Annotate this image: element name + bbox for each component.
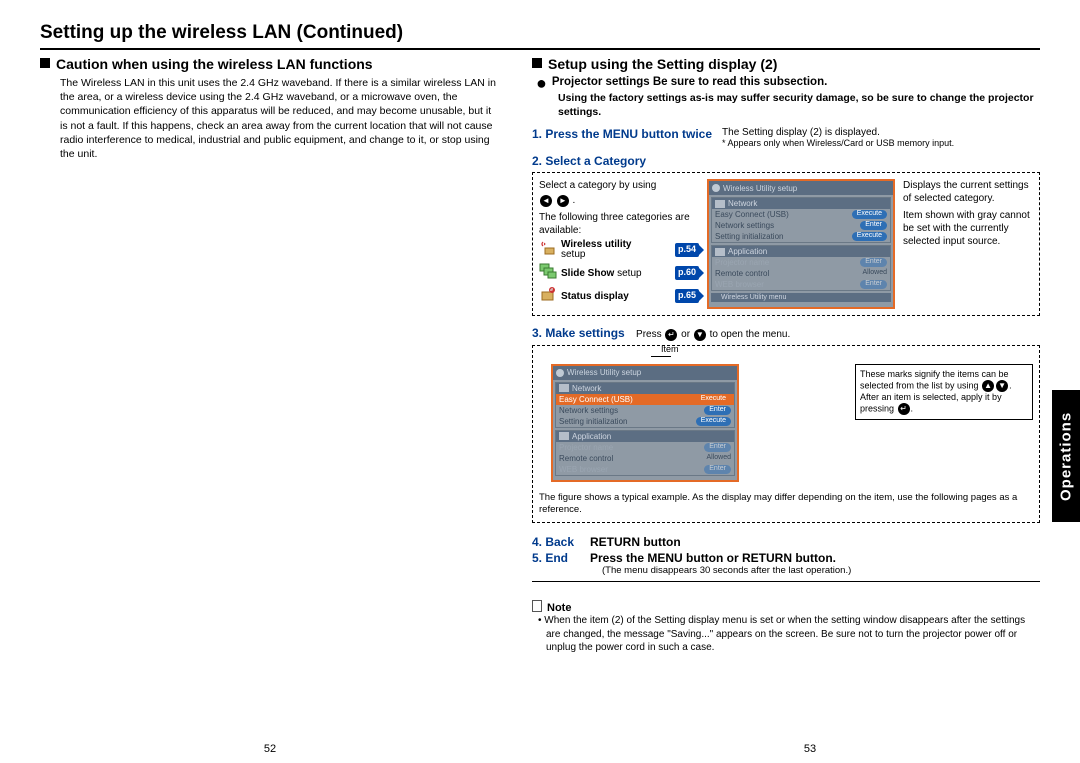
cat-right-1: Displays the current settings of selecte… bbox=[903, 179, 1033, 205]
category-box: Select a category by using ◄ ► . The fol… bbox=[532, 172, 1040, 316]
step-1-note: The Setting display (2) is displayed. bbox=[722, 127, 954, 138]
step-2: 2. Select a Category bbox=[532, 154, 1040, 168]
side-tab-operations: Operations bbox=[1052, 390, 1080, 522]
down-arrow-icon-2: ▼ bbox=[996, 380, 1008, 392]
right-column: Setup using the Setting display (2) ●Pro… bbox=[532, 56, 1040, 655]
left-heading: Caution when using the wireless LAN func… bbox=[40, 56, 496, 72]
step-1: 1. Press the MENU button twice bbox=[532, 127, 712, 141]
page-title: Setting up the wireless LAN (Continued) bbox=[40, 22, 1040, 44]
page-ref-65: p.65 bbox=[675, 289, 699, 303]
thin-rule bbox=[532, 581, 1040, 582]
up-arrow-icon: ▲ bbox=[982, 380, 994, 392]
osd-screenshot-1: Wireless Utility setup Network Easy Conn… bbox=[707, 179, 895, 309]
step-5: 5. EndPress the MENU button or RETURN bu… bbox=[532, 551, 1040, 565]
left-column: Caution when using the wireless LAN func… bbox=[40, 56, 496, 655]
step-4: 4. BackRETURN button bbox=[532, 535, 1040, 549]
page-ref-60: p.60 bbox=[675, 266, 699, 280]
cat-intro-2: The following three categories are avail… bbox=[539, 211, 699, 237]
cat-wireless: Wireless utilitysetup p.54 bbox=[539, 240, 699, 260]
note-heading: Note bbox=[532, 600, 1040, 614]
cat-slideshow: Slide Show setup p.60 bbox=[539, 263, 699, 283]
step-5-parens: (The menu disappears 30 seconds after th… bbox=[602, 565, 1040, 577]
make-settings-box: Item Wireless Utility setup Network Easy… bbox=[532, 345, 1040, 524]
enter-icon-2: ↵ bbox=[898, 403, 910, 415]
status-icon bbox=[539, 286, 557, 306]
left-arrow-icon: ◄ bbox=[540, 195, 552, 207]
item-label: Item bbox=[661, 344, 679, 354]
right-heading: Setup using the Setting display (2) bbox=[532, 56, 1040, 72]
figure-note: The figure shows a typical example. As t… bbox=[539, 488, 1033, 517]
enter-icon: ↵ bbox=[665, 329, 677, 341]
step-3: 3. Make settings Press ↵ or ▼ to open th… bbox=[532, 326, 1040, 340]
cat-status: Status display p.65 bbox=[539, 286, 699, 306]
projector-settings-bullet: ●Projector settings Be sure to read this… bbox=[536, 76, 1040, 90]
step-1-appears: * Appears only when Wireless/Card or USB… bbox=[722, 138, 954, 148]
cat-intro-1: Select a category by using bbox=[539, 180, 656, 191]
projector-settings-sub: Using the factory settings as-is may suf… bbox=[558, 92, 1040, 119]
osd-screenshot-2: Wireless Utility setup Network Easy Conn… bbox=[551, 364, 739, 482]
title-rule bbox=[40, 48, 1040, 50]
down-arrow-icon: ▼ bbox=[694, 329, 706, 341]
marks-note-box: These marks signify the items can be sel… bbox=[855, 364, 1033, 421]
slideshow-icon bbox=[539, 263, 557, 283]
page-num-left: 52 bbox=[0, 743, 540, 755]
cat-right-2: Item shown with gray cannot be set with … bbox=[903, 209, 1033, 248]
page-numbers: 52 53 bbox=[0, 743, 1080, 755]
note-body: When the item (2) of the Setting display… bbox=[532, 614, 1040, 655]
right-arrow-icon: ► bbox=[557, 195, 569, 207]
page-ref-54: p.54 bbox=[675, 243, 699, 257]
wireless-icon bbox=[539, 240, 557, 260]
caution-body: The Wireless LAN in this unit uses the 2… bbox=[60, 76, 496, 161]
page-num-right: 53 bbox=[540, 743, 1080, 755]
